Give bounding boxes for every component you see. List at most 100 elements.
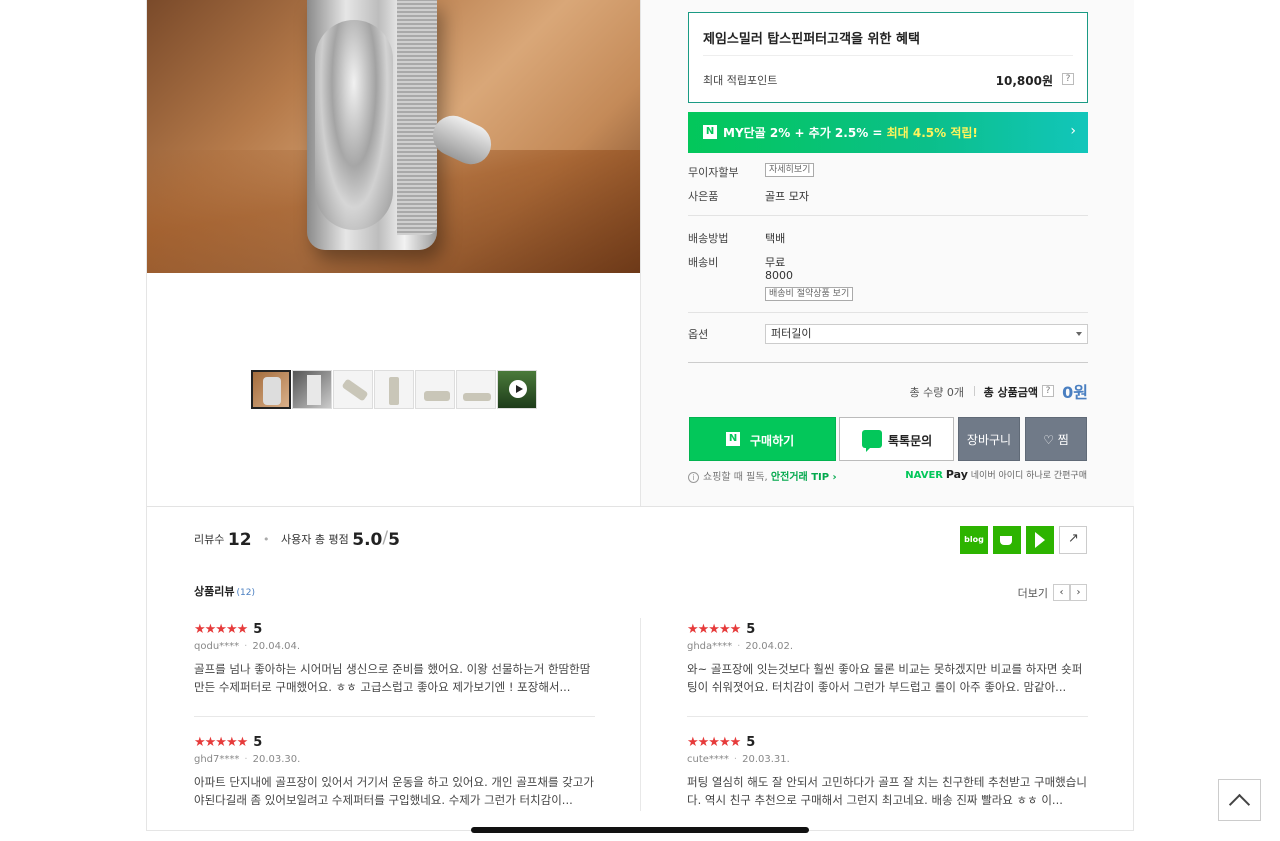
talktalk-button-label: 톡톡문의 <box>888 434 933 448</box>
total-row: 총 수량 0개 총 상품금액 ? 0원 <box>688 378 1088 402</box>
thumbnail-5[interactable] <box>415 370 455 409</box>
cart-button[interactable]: 장바구니 <box>958 417 1020 461</box>
star-rating-icon: ★★★★★ <box>687 735 741 750</box>
review-user: cute**** <box>687 754 729 765</box>
review-score: 5 <box>253 735 263 750</box>
product-main-image[interactable] <box>147 0 640 273</box>
review-user: ghda**** <box>687 641 733 652</box>
chevron-right-icon[interactable]: › <box>1070 584 1087 601</box>
naver-n-icon: N <box>703 125 717 139</box>
naver-pay-info: NAVER Pay 네이버 아이디 하나로 간편구매 <box>905 468 1087 481</box>
installment-detail-button[interactable]: 자세히보기 <box>765 163 815 177</box>
total-amount-value: 0원 <box>1062 383 1088 402</box>
home-indicator <box>471 827 809 833</box>
blog-share-icon[interactable]: blog <box>960 526 988 554</box>
review-body: 아파트 단지내에 골프장이 있어서 거기서 운동을 하고 있어요. 개인 골프채… <box>194 775 594 807</box>
star-rating-icon: ★★★★★ <box>194 622 248 637</box>
share-icon[interactable] <box>1059 526 1087 554</box>
max-point-value: 10,800원 <box>995 74 1053 88</box>
info-icon: i <box>688 472 699 483</box>
banner-text-prefix: MY단골 2% + 추가 2.5% = <box>723 126 887 140</box>
share-icons: blog <box>960 526 1087 554</box>
review-summary: 리뷰수 12 • 사용자 총 평점 5.0/5 <box>194 528 400 550</box>
safe-trade-tip: i 쇼핑할 때 필독, 안전거래 TIP › <box>688 468 837 483</box>
product-review-count: (12) <box>236 588 255 598</box>
divider <box>703 55 1073 56</box>
thumbnail-1[interactable] <box>251 370 291 409</box>
review-user: ghd7**** <box>194 754 240 765</box>
shipping-method-label: 배송방법 <box>688 232 729 245</box>
review-date: 20.03.30. <box>252 754 301 765</box>
total-quantity: 총 수량 0개 <box>909 386 964 399</box>
review-item[interactable]: ★★★★★ 5 cute**** · 20.03.31. 퍼팅 열심히 해도 잘 안되… <box>687 731 1088 829</box>
pay-logo: Pay <box>945 468 968 481</box>
chevron-right-icon: › <box>1070 123 1076 139</box>
banner-text-highlight: 최대 4.5% 적립! <box>886 126 978 140</box>
product-review-title-text: 상품리뷰 <box>194 585 235 598</box>
section-divider <box>147 506 1133 507</box>
thumbnail-3[interactable] <box>333 370 373 409</box>
shipping-method-value: 택배 <box>765 232 786 245</box>
benefit-title: 제임스밀러 탑스핀퍼터고객을 위한 혜택 <box>703 32 920 47</box>
divider <box>194 716 595 717</box>
benefit-box: 제임스밀러 탑스핀퍼터고객을 위한 혜택 최대 적립포인트 10,800원 ? <box>688 12 1088 103</box>
star-rating-icon: ★★★★★ <box>194 735 248 750</box>
thumbnail-6[interactable] <box>456 370 496 409</box>
column-divider <box>640 618 641 811</box>
help-icon[interactable]: ? <box>1062 73 1074 85</box>
thumbnail-4[interactable] <box>374 370 414 409</box>
review-date: 20.04.04. <box>252 641 301 652</box>
chevron-left-icon[interactable]: ‹ <box>1053 584 1070 601</box>
wishlist-button[interactable]: ♡ 찜 <box>1025 417 1087 461</box>
review-date: 20.04.02. <box>745 641 794 652</box>
review-body: 골프를 넘나 좋아하는 시어머님 생신으로 준비를 했어요. 이왕 선물하는거 … <box>194 662 591 694</box>
keep-share-icon[interactable] <box>1026 526 1054 554</box>
dragon-engraving-image <box>315 20 393 230</box>
shipping-fee-value: 무료 <box>765 256 786 269</box>
review-item[interactable]: ★★★★★ 5 ghd7**** · 20.03.30. 아파트 단지내에 골프장이 … <box>194 731 595 829</box>
review-more-controls: 더보기 ‹ › <box>1018 584 1087 601</box>
cafe-share-icon[interactable] <box>993 526 1021 554</box>
review-item[interactable]: ★★★★★ 5 ghda**** · 20.04.02. 와~ 골프장에 잇는것보다 … <box>687 618 1088 716</box>
naver-logo: NAVER <box>905 470 943 481</box>
installment-label: 무이자할부 <box>688 166 739 179</box>
buy-button-label: 구매하기 <box>750 434 795 448</box>
rating-max: 5 <box>388 530 400 550</box>
thumbnail-video[interactable] <box>497 370 537 409</box>
rating-label: 사용자 총 평점 <box>281 533 349 546</box>
option-label: 옵션 <box>688 328 709 341</box>
divider <box>688 362 1088 363</box>
divider <box>688 312 1088 313</box>
rating-value: 5.0 <box>352 530 383 550</box>
buy-button[interactable]: N 구매하기 <box>689 417 836 461</box>
review-item[interactable]: ★★★★★ 5 qodu**** · 20.04.04. 골프를 넘나 좋아하는 시어… <box>194 618 595 716</box>
naver-n-icon: N <box>726 432 740 446</box>
review-score: 5 <box>746 622 756 637</box>
naver-pay-text: 네이버 아이디 하나로 간편구매 <box>967 471 1087 481</box>
separator: · <box>737 641 741 652</box>
review-user: qodu**** <box>194 641 240 652</box>
safe-trade-tip-link[interactable]: 안전거래 TIP › <box>771 472 837 483</box>
caret-down-icon <box>1076 332 1082 336</box>
total-amount-label: 총 상품금액 <box>983 386 1038 399</box>
thumbnail-strip <box>251 370 537 409</box>
product-review-title: 상품리뷰 (12) <box>194 583 255 599</box>
naver-point-banner[interactable]: N MY단골 2% + 추가 2.5% = 최대 4.5% 적립! › <box>688 112 1088 153</box>
thumbnail-2[interactable] <box>292 370 332 409</box>
help-icon[interactable]: ? <box>1042 385 1054 397</box>
talktalk-button[interactable]: 톡톡문의 <box>839 417 954 461</box>
review-score: 5 <box>253 622 263 637</box>
review-count: 12 <box>227 530 252 550</box>
max-point-label: 최대 적립포인트 <box>703 74 778 87</box>
separator: · <box>244 754 248 765</box>
product-page: 제임스밀러 탑스핀퍼터고객을 위한 혜택 최대 적립포인트 10,800원 ? … <box>146 0 1134 831</box>
divider <box>687 716 1088 717</box>
shipping-saving-button[interactable]: 배송비 절약상품 보기 <box>765 287 854 301</box>
gift-label: 사은품 <box>688 190 719 203</box>
option-select[interactable]: 퍼터길이 <box>765 324 1088 344</box>
separator: • <box>263 533 270 546</box>
scroll-to-top-button[interactable] <box>1218 779 1261 821</box>
review-body: 퍼팅 열심히 해도 잘 안되서 고민하다가 골프 잘 치는 친구한테 추천받고 … <box>687 775 1087 807</box>
star-rating-icon: ★★★★★ <box>687 622 741 637</box>
more-link[interactable]: 더보기 <box>1018 585 1048 601</box>
